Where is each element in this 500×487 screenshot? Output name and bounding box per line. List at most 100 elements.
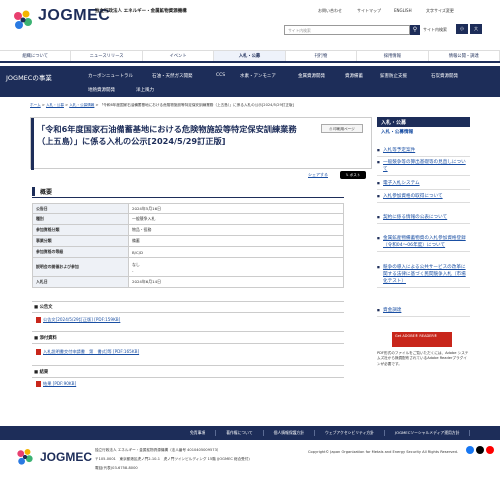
block-heading-notice: ■ 公告文 bbox=[34, 305, 53, 310]
block-heading-results: ■ 結果 bbox=[34, 370, 49, 375]
util-link-contact[interactable]: お問い合わせ bbox=[318, 8, 342, 14]
pdf-icon bbox=[36, 381, 41, 387]
sidebar-item[interactable]: 契約に係る情報の公表について bbox=[377, 214, 470, 224]
post-label: ポスト bbox=[349, 173, 361, 177]
breadcrumb: ホーム > 入札・公募 > 入札・公募情報 > 「令和6年度国家石油備蓄基地にお… bbox=[30, 103, 294, 107]
sidebar-item[interactable]: 一般競争等の算出基礎等の見直しについて bbox=[377, 159, 470, 176]
sidebar-item[interactable]: 金属鉱産物備蓄物資の入札参加資格登録（令和04～06年度）について bbox=[377, 235, 470, 252]
adobe-reader-badge[interactable]: Get ADOBE® READER® bbox=[392, 332, 452, 347]
table-row: 種別 一般競争入札 bbox=[32, 213, 344, 225]
attachment-pdf-link[interactable]: 入札説明書交付申請書 第 書式]等 [PDF:165KB] bbox=[43, 349, 139, 354]
sidebar-item[interactable]: 入札等予定案件 bbox=[377, 147, 470, 157]
font-size-label: 文字サイズ変更 bbox=[426, 8, 454, 13]
gnav-news[interactable]: ニュースリリース bbox=[71, 51, 143, 61]
table-key: 事業分類 bbox=[32, 235, 129, 247]
footer-address: 〒105-0001 東京都港区虎ノ門2-10-1 虎ノ門ツインビルディング 15… bbox=[95, 457, 250, 461]
sidebar-item[interactable]: 電子入札システム bbox=[377, 180, 470, 190]
block-heading-attachments: ■ 添付資料 bbox=[34, 336, 57, 341]
breadcrumb-procurement[interactable]: 入札・公募 bbox=[46, 103, 64, 107]
copyright: Copyright© Japan Organization for Metals… bbox=[308, 450, 459, 454]
footer-link-privacy[interactable]: 個人情報保護方針 bbox=[264, 430, 316, 436]
print-label: 印刷用ページ bbox=[333, 127, 355, 131]
bnav-item[interactable]: 洋上風力 bbox=[136, 87, 154, 93]
table-row: 説明会の開催および参加 なし - bbox=[32, 257, 344, 277]
bnav-item[interactable]: 石炭資源開発 bbox=[431, 73, 458, 79]
util-link-sitemap[interactable]: サイトマップ bbox=[357, 8, 381, 14]
footer-tel: 電話(代表)03-6758-8000 bbox=[95, 466, 138, 470]
jogmec-logo-icon[interactable] bbox=[14, 446, 36, 468]
footer-links: 免責事項 著作権について 個人情報保護方針 ウェブアクセシビリティ方針 JOGM… bbox=[0, 426, 500, 440]
footer-link-social-policy[interactable]: JOGMECソーシャルメディア運用方針 bbox=[385, 430, 471, 436]
jogmec-logo-icon[interactable] bbox=[10, 7, 36, 33]
sidebar-item[interactable]: 競争の導入による公共サービスの改革に関する法律に基づく民間競争入札（市場化テスト… bbox=[377, 264, 470, 288]
title-accent-bar bbox=[31, 118, 34, 170]
table-key: 参加資格の等級 bbox=[32, 246, 129, 258]
overview-table: 公告日 2024年5月16日 種別 一般競争入札 参加資格分類 物品・役務 事業分類備… bbox=[32, 203, 344, 288]
bnav-item[interactable]: 金属資源開発 bbox=[298, 73, 325, 79]
notice-pdf-row: 公告文[2024/5/29訂正版] [PDF:159KB] bbox=[36, 317, 120, 323]
sidebar-item[interactable]: 入札参加資格の取得について bbox=[377, 193, 470, 203]
title-box: 「令和6年度国家石油備蓄基地における危険物施設等特定保安訓練業務（上五島）」に係… bbox=[30, 117, 372, 170]
attachment-pdf-row: 入札説明書交付申請書 第 書式]等 [PDF:165KB] bbox=[36, 349, 139, 355]
table-row: 参加資格の等級 B/C/D bbox=[32, 246, 344, 258]
bnav-item[interactable]: 資源備蓄 bbox=[345, 73, 363, 79]
footer-link-accessibility[interactable]: ウェブアクセシビリティ方針 bbox=[315, 430, 385, 436]
search-button[interactable]: ⚲ bbox=[410, 25, 420, 35]
youtube-icon[interactable] bbox=[486, 446, 494, 454]
footer-link-copyright[interactable]: 著作権について bbox=[216, 430, 264, 436]
gnav-publications[interactable]: 刊行物 bbox=[286, 51, 358, 61]
overview-rule bbox=[32, 197, 344, 198]
bnav-item[interactable]: カーボンニュートラル bbox=[88, 73, 133, 79]
util-link-english[interactable]: ENGLISH bbox=[394, 8, 412, 13]
bnav-item[interactable]: 地熱資源開発 bbox=[88, 87, 115, 93]
table-value: 2024年6月14日 bbox=[128, 276, 344, 288]
gnav-recruit[interactable]: 採用情報 bbox=[357, 51, 429, 61]
print-button[interactable]: ⎙ 印刷用ページ bbox=[321, 124, 363, 133]
divider bbox=[32, 301, 344, 302]
sidebar-item[interactable]: 資金調達 bbox=[377, 307, 470, 317]
table-key: 種別 bbox=[32, 213, 129, 225]
font-small-button[interactable]: 小 bbox=[456, 24, 468, 34]
footer-link-disclaimer[interactable]: 免責事項 bbox=[180, 430, 217, 436]
post-button[interactable]: 𝕏 ポスト bbox=[340, 171, 366, 179]
bnav-item[interactable]: CCS bbox=[216, 73, 225, 78]
table-key: 入札日 bbox=[32, 276, 129, 288]
bnav-item[interactable]: 石油・天然ガス開発 bbox=[152, 73, 193, 79]
site-header: JOGMEC 独立行政法人 エネルギー・金属鉱物資源機構 お問い合わせ サイトマ… bbox=[0, 0, 500, 48]
table-value: 物品・役務 bbox=[128, 224, 344, 236]
facebook-icon[interactable] bbox=[466, 446, 474, 454]
business-nav-title[interactable]: JOGMECの事業 bbox=[6, 72, 52, 82]
sidebar-heading[interactable]: 入札・公募 bbox=[377, 117, 470, 127]
table-key: 公告日 bbox=[32, 203, 129, 214]
breadcrumb-home[interactable]: ホーム bbox=[30, 103, 41, 107]
footer-logo-text[interactable]: JOGMEC bbox=[40, 450, 92, 464]
gnav-events[interactable]: イベント bbox=[143, 51, 215, 61]
pdf-icon bbox=[36, 349, 41, 355]
bnav-item[interactable]: 鉱害防止支援 bbox=[380, 73, 407, 79]
notice-pdf-link[interactable]: 公告文[2024/5/29訂正版] [PDF:159KB] bbox=[43, 317, 120, 322]
results-pdf-link[interactable]: 結果 [PDF:90KB] bbox=[43, 381, 76, 386]
footer: JOGMEC 独立行政法人 エネルギー・金属鉱物資源機構（法人番号 401040… bbox=[0, 440, 500, 487]
divider bbox=[32, 343, 344, 344]
table-value: 備蓄 bbox=[128, 235, 344, 247]
table-row: 参加資格分類 物品・役務 bbox=[32, 224, 344, 236]
font-large-button[interactable]: 大 bbox=[470, 24, 482, 34]
adobe-reader-note: PDF形式のファイルをご覧いただくには、Adobe システムズ社から無償配布され… bbox=[377, 351, 469, 366]
gnav-about[interactable]: 組織について bbox=[0, 51, 72, 61]
share-link[interactable]: シェアする bbox=[308, 172, 328, 178]
x-icon[interactable] bbox=[476, 446, 484, 454]
pdf-icon bbox=[36, 317, 41, 323]
site-search-label[interactable]: サイト内検索 bbox=[423, 27, 447, 33]
search-input[interactable]: サイト内検索 bbox=[284, 25, 410, 35]
sidebar-subheading[interactable]: 入札・公募情報 bbox=[377, 129, 470, 135]
divider bbox=[32, 331, 344, 332]
gnav-procurement[interactable]: 入札・公募 bbox=[214, 51, 286, 61]
table-key: 参加資格分類 bbox=[32, 224, 129, 236]
gnav-disclosure[interactable]: 情報公開・調達 bbox=[429, 51, 500, 61]
divider bbox=[32, 312, 344, 313]
table-row: 公告日 2024年5月16日 bbox=[32, 203, 344, 214]
breadcrumb-procurement-info[interactable]: 入札・公募情報 bbox=[69, 103, 94, 107]
bnav-item[interactable]: 水素・アンモニア bbox=[240, 73, 276, 79]
page-title: 「令和6年度国家石油備蓄基地における危険物施設等特定保安訓練業務（上五島）」に係… bbox=[37, 124, 297, 146]
table-key: 説明会の開催および参加 bbox=[32, 257, 129, 277]
